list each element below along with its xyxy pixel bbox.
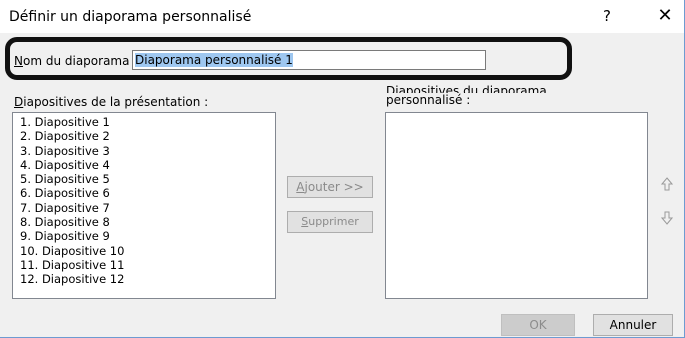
add-slides-button-label: jouter >> <box>304 180 364 194</box>
help-button[interactable]: ? <box>596 6 618 26</box>
show-name-input[interactable]: Diaporama personnalisé 1 <box>132 50 486 70</box>
list-item[interactable]: 4. Diapositive 4 <box>20 158 275 172</box>
move-down-arrow-icon-glyph <box>660 211 674 225</box>
presentation-slides-label: Diapositives de la présentation : <box>14 95 208 109</box>
ok-button[interactable]: OK <box>501 314 575 336</box>
custom-show-slides-label-line1: Diapositives du diaporama <box>386 84 547 93</box>
list-item[interactable]: 10. Diapositive 10 <box>20 244 275 258</box>
presentation-slides-label-accesskey: D <box>14 95 24 109</box>
cancel-button[interactable]: Annuler <box>593 314 673 336</box>
list-item[interactable]: 3. Diapositive 3 <box>20 144 275 158</box>
add-slides-button[interactable]: Ajouter >> <box>287 176 373 198</box>
show-name-label-text: om du diaporama : <box>22 54 138 68</box>
show-name-label: Nom du diaporama : <box>14 54 137 68</box>
list-item[interactable]: 1. Diapositive 1 <box>20 115 275 129</box>
dialog-title: Définir un diaporama personnalisé <box>9 9 252 25</box>
remove-slides-button-label: upprimer <box>308 215 359 228</box>
presentation-slides-list[interactable]: 1. Diapositive 1 2. Diapositive 2 3. Dia… <box>12 112 276 299</box>
show-name-input-value: Diaporama personnalisé 1 <box>135 53 293 67</box>
close-button[interactable]: ✕ <box>654 6 676 26</box>
list-item[interactable]: 11. Diapositive 11 <box>20 258 275 272</box>
list-item[interactable]: 12. Diapositive 12 <box>20 272 275 286</box>
move-up-arrow-icon[interactable] <box>659 177 675 193</box>
list-item[interactable]: 7. Diapositive 7 <box>20 201 275 215</box>
custom-show-dialog: Définir un diaporama personnalisé ? ✕ No… <box>0 0 685 338</box>
custom-show-slides-list[interactable] <box>385 112 648 299</box>
move-down-arrow-icon[interactable] <box>659 211 675 227</box>
title-bar: Définir un diaporama personnalisé ? ✕ <box>0 0 684 33</box>
move-up-arrow-icon-glyph <box>660 177 674 191</box>
show-name-label-accesskey: N <box>14 54 23 68</box>
list-item[interactable]: 8. Diapositive 8 <box>20 215 275 229</box>
list-item[interactable]: 2. Diapositive 2 <box>20 129 275 143</box>
custom-show-slides-label-line2: personnalisé : <box>386 93 471 107</box>
list-item[interactable]: 5. Diapositive 5 <box>20 172 275 186</box>
remove-slides-button[interactable]: Supprimer <box>287 211 373 233</box>
presentation-slides-label-text: iapositives de la présentation : <box>23 95 209 109</box>
list-item[interactable]: 9. Diapositive 9 <box>20 229 275 243</box>
custom-show-slides-label: Diapositives du diaporama personnalisé : <box>386 84 576 107</box>
list-item[interactable]: 6. Diapositive 6 <box>20 186 275 200</box>
